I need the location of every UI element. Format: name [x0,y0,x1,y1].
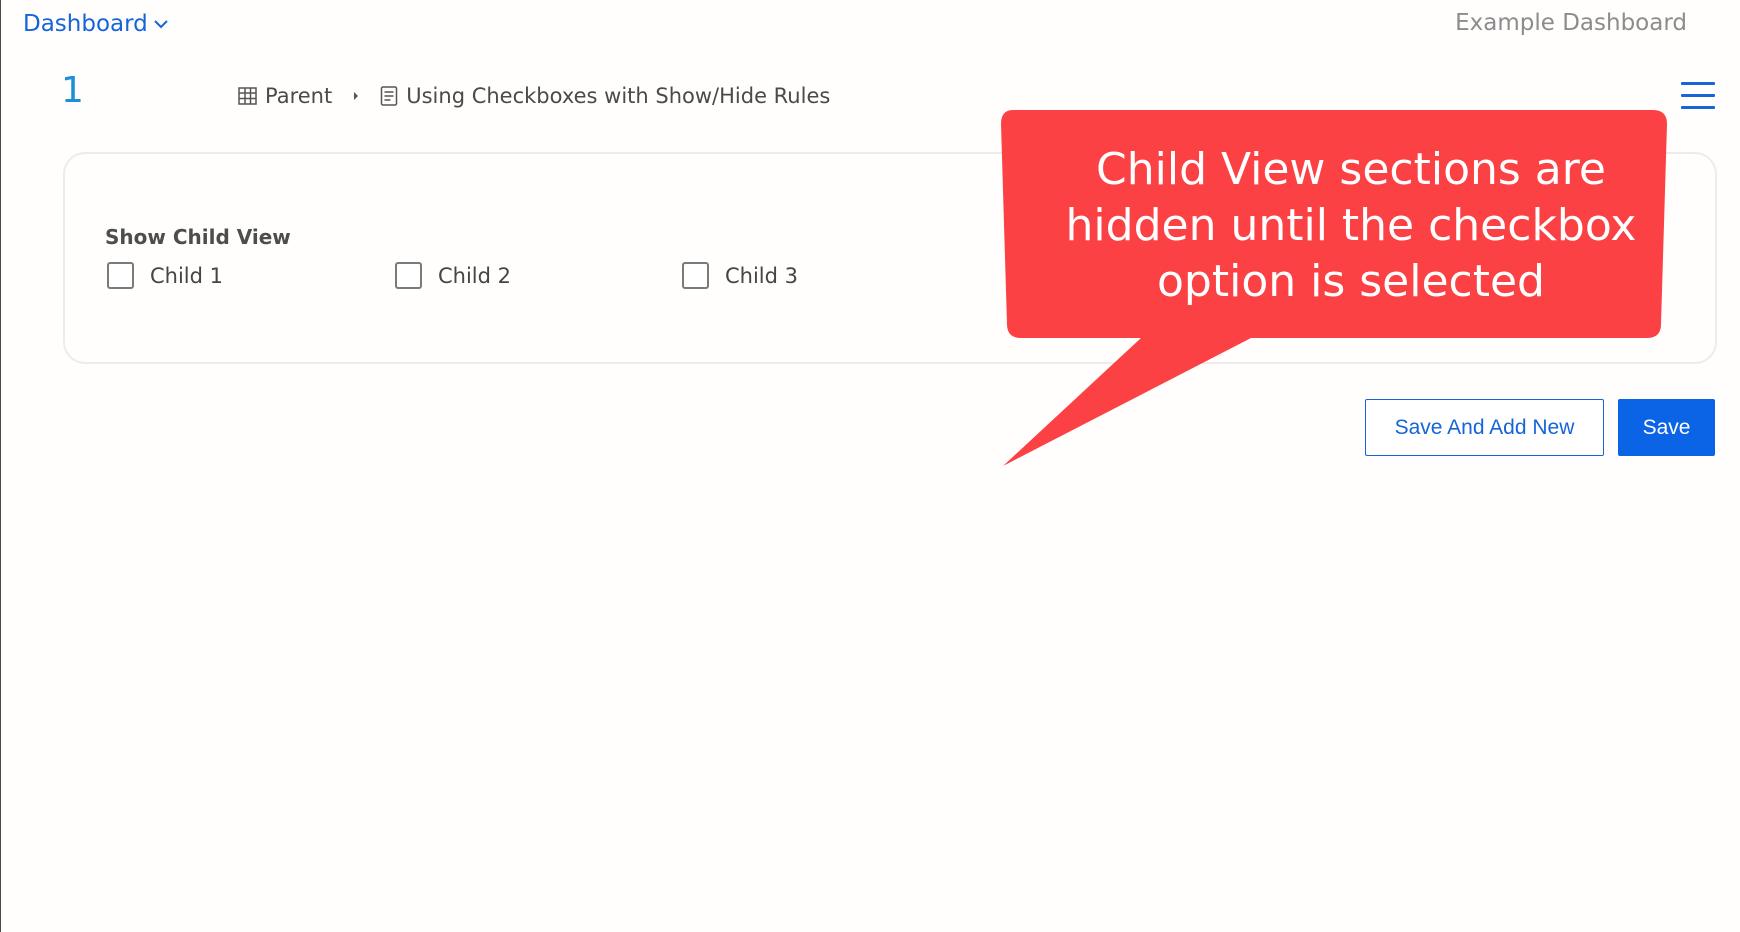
breadcrumb: Parent Using Checkboxes with Show/Hide R… [238,84,830,108]
table-icon [238,87,257,105]
checkbox-label: Child 1 [150,263,224,288]
mouse-pointer-icon [1006,233,1030,270]
checkbox-child-3[interactable]: Child 3 [682,262,798,289]
checkbox-label: Child 3 [725,263,799,288]
checkbox-label: Child 2 [438,263,512,288]
checkbox-child-2[interactable]: Child 2 [395,262,511,289]
save-and-add-new-button[interactable]: Save And Add New [1365,399,1604,456]
breadcrumb-label: Parent [265,84,333,108]
dashboard-menu[interactable]: Dashboard [23,11,168,37]
checkbox-box[interactable] [395,262,422,289]
document-icon [380,86,398,106]
checkbox-child-1[interactable]: Child 1 [107,262,223,289]
app-title: Example Dashboard [1455,10,1687,36]
checkbox-box[interactable] [682,262,709,289]
chevron-right-icon [354,92,359,100]
chevron-down-icon [154,20,168,29]
breadcrumb-item-current[interactable]: Using Checkboxes with Show/Hide Rules [380,84,830,108]
hamburger-menu-icon[interactable] [1681,82,1715,110]
breadcrumb-label: Using Checkboxes with Show/Hide Rules [406,84,831,108]
breadcrumb-item-parent[interactable]: Parent [238,84,332,108]
checkbox-box[interactable] [107,262,134,289]
dashboard-menu-label: Dashboard [23,11,148,37]
show-child-view-label: Show Child View [105,225,291,249]
record-number: 1 [61,70,84,111]
save-button[interactable]: Save [1618,399,1715,456]
form-panel [63,152,1717,364]
